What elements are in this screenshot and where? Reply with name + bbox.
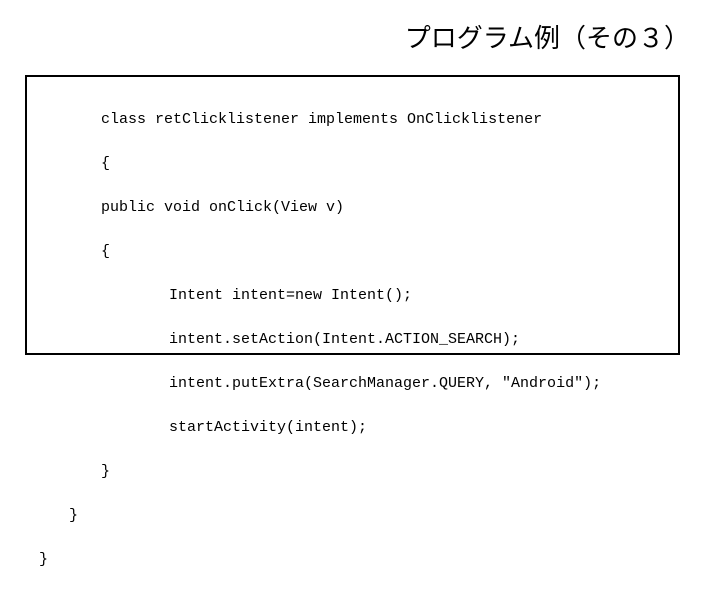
code-line: { (39, 241, 666, 263)
code-line: startActivity(intent); (39, 417, 666, 439)
code-line: Intent intent=new Intent(); (39, 285, 666, 307)
code-line: class retClicklistener implements OnClic… (39, 109, 666, 131)
code-line: intent.setAction(Intent.ACTION_SEARCH); (39, 329, 666, 351)
code-line: { (39, 153, 666, 175)
code-line: intent.putExtra(SearchManager.QUERY, "An… (39, 373, 666, 395)
code-block: class retClicklistener implements OnClic… (25, 75, 680, 355)
slide-title: プログラム例（その３） (0, 18, 690, 55)
code-line: } (39, 505, 666, 527)
code-line: public void onClick(View v) (39, 197, 666, 219)
code-line: } (39, 461, 666, 483)
code-line: } (39, 549, 666, 571)
